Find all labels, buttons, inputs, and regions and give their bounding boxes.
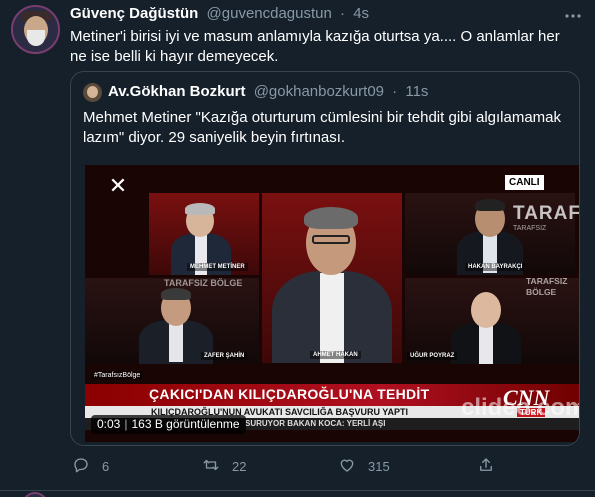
- guest-name-tag: HAKAN BAYRAKÇI: [465, 263, 526, 271]
- tweet-divider: [0, 490, 595, 491]
- quoted-author-avatar[interactable]: [83, 83, 102, 102]
- quoted-tweet[interactable]: Av.Gökhan Bozkurt @gokhanbozkurt09 · 11s…: [70, 71, 580, 446]
- guest-name-tag: ZAFER ŞAHİN: [201, 352, 248, 360]
- program-logo-sub: TARAFSIZ: [513, 225, 547, 232]
- headline-text: ÇAKICI'DAN KILIÇDAROĞLU'NA TEHDİT: [149, 386, 430, 402]
- close-icon[interactable]: ✕: [105, 173, 131, 199]
- host-panel: AHMET HAKAN: [262, 193, 402, 363]
- author-name[interactable]: Güvenç Dağüstün: [70, 5, 198, 22]
- separator-dot: ·: [392, 83, 398, 100]
- reply-count: 6: [102, 458, 110, 474]
- share-icon: [477, 456, 495, 477]
- heart-icon: [338, 456, 356, 477]
- author-avatar[interactable]: [11, 5, 60, 54]
- quoted-author-name: Av.Gökhan Bozkurt: [108, 83, 246, 100]
- program-logo: TARAFSIZ BÖLGE: [526, 276, 568, 297]
- watermark: clideo.com: [461, 394, 579, 421]
- quoted-tweet-header: Av.Gökhan Bozkurt @gokhanbozkurt09 · 11s: [108, 83, 428, 100]
- video-frame: MEHMET METİNER AHMET HAKAN HAKAN BAYRAKÇ…: [85, 165, 579, 442]
- guest-name-tag: MEHMET METİNER: [187, 263, 248, 271]
- tweet[interactable]: Güvenç Dağüstün @guvencdagustun · 4s Met…: [0, 0, 595, 497]
- like-button[interactable]: 315: [338, 456, 390, 476]
- guest-panel: ZAFER ŞAHİN: [85, 278, 259, 364]
- retweet-icon: [202, 456, 220, 477]
- retweet-count: 22: [232, 458, 247, 474]
- hashtag-label: #TarafsızBölge: [91, 371, 144, 380]
- quoted-tweet-text: Mehmet Metiner "Kazığa oturturum cümlesi…: [83, 109, 562, 146]
- host-name-tag: AHMET HAKAN: [310, 351, 361, 359]
- separator-dot: ·: [340, 5, 346, 22]
- video-views: 163 B görüntülenme: [131, 417, 240, 431]
- quoted-tweet-time: 11s: [405, 83, 429, 100]
- like-count: 315: [368, 458, 390, 474]
- guest-panel: MEHMET METİNER: [149, 193, 259, 275]
- reply-button[interactable]: 6: [72, 456, 109, 476]
- video-duration: 0:03: [97, 417, 121, 431]
- video-player[interactable]: MEHMET METİNER AHMET HAKAN HAKAN BAYRAKÇ…: [85, 165, 579, 442]
- retweet-button[interactable]: 22: [202, 456, 246, 476]
- reply-icon: [72, 456, 90, 477]
- program-logo: TARAFSIZ BÖLGE: [164, 278, 243, 288]
- author-handle[interactable]: @guvencdagustun: [207, 5, 332, 22]
- guest-name-tag: UĞUR POYRAZ: [407, 352, 458, 360]
- tweet-actions: 6 22 315: [70, 456, 500, 476]
- ticker-text: SURUYOR BAKAN KOCA: YERLİ AŞI: [245, 419, 386, 428]
- video-info-badge: 0:03 | 163 B görüntülenme: [91, 415, 246, 434]
- share-button[interactable]: [477, 456, 495, 476]
- program-logo: TARAF: [513, 203, 579, 224]
- tweet-header: Güvenç Dağüstün @guvencdagustun · 4s: [70, 5, 369, 22]
- live-badge: CANLI: [505, 175, 544, 190]
- tweet-time[interactable]: 4s: [353, 5, 369, 22]
- quoted-author-handle: @gokhanbozkurt09: [253, 83, 384, 100]
- next-tweet-avatar[interactable]: [22, 492, 48, 497]
- tweet-text: Metiner'i birisi iyi ve masum anlamıyla …: [70, 28, 560, 65]
